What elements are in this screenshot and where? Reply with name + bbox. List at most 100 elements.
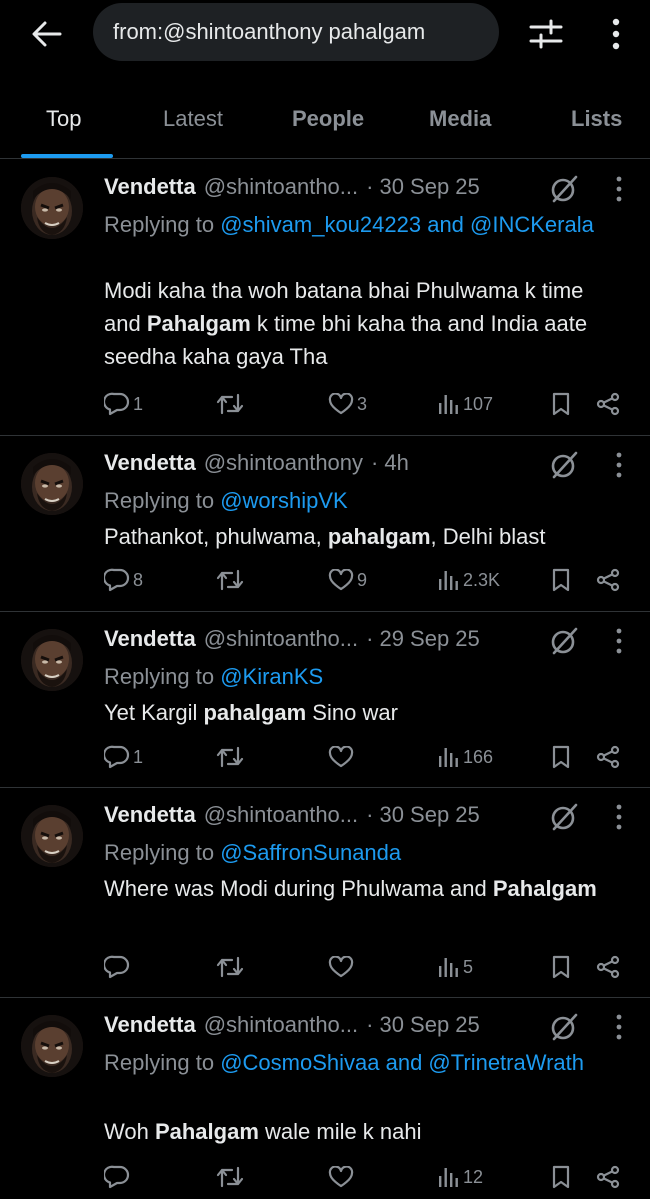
- author-handle[interactable]: @shintoantho...: [204, 802, 358, 828]
- mention-link[interactable]: @INCKerala: [470, 212, 594, 237]
- heart-icon: [328, 393, 354, 415]
- tweet-item[interactable]: Vendetta @shintoantho... · 30 Sep 25 Replyin…: [0, 998, 650, 1199]
- views-button[interactable]: 166: [438, 742, 493, 772]
- grok-icon[interactable]: [549, 174, 579, 204]
- tweet-text: Modi kaha tha woh batana bhai Phulwama k…: [104, 274, 624, 373]
- tweet-item[interactable]: Vendetta @shintoantho... · 30 Sep 25 Replyin…: [0, 160, 650, 436]
- mention-link[interactable]: @SaffronSunanda: [220, 840, 401, 865]
- author-name[interactable]: Vendetta: [104, 802, 196, 828]
- share-button[interactable]: [596, 565, 620, 595]
- search-input[interactable]: from:@shintoanthony pahalgam: [93, 3, 499, 61]
- tab-latest[interactable]: Latest: [163, 106, 223, 132]
- share-button[interactable]: [596, 742, 620, 772]
- like-button[interactable]: 9: [328, 565, 367, 595]
- repost-button[interactable]: [216, 1162, 244, 1192]
- views-icon: [438, 746, 460, 768]
- repost-button[interactable]: [216, 742, 244, 772]
- more-options-icon[interactable]: [608, 176, 630, 206]
- bookmark-icon: [551, 568, 571, 592]
- more-options-icon[interactable]: [608, 1014, 630, 1044]
- tweet-text-segment: Sino war: [306, 700, 398, 725]
- tab-lists[interactable]: Lists: [571, 106, 622, 132]
- like-button[interactable]: [328, 1162, 354, 1192]
- replying-to: Replying to @CosmoShivaa and @TrinetraWr…: [104, 1046, 624, 1079]
- share-button[interactable]: [596, 952, 620, 982]
- views-button[interactable]: 107: [438, 389, 493, 419]
- tweet-timestamp[interactable]: 30 Sep 25: [379, 174, 479, 200]
- views-count: 166: [463, 746, 494, 767]
- mention-link[interactable]: @CosmoShivaa: [220, 1050, 379, 1075]
- share-icon: [596, 1165, 620, 1189]
- avatar[interactable]: [21, 629, 83, 691]
- repost-icon: [216, 1166, 244, 1188]
- avatar[interactable]: [21, 453, 83, 515]
- share-button[interactable]: [596, 1162, 620, 1192]
- more-options-icon[interactable]: [598, 12, 634, 56]
- reply-button[interactable]: [104, 952, 130, 982]
- like-button[interactable]: [328, 742, 354, 772]
- tab-top[interactable]: Top: [46, 106, 81, 132]
- more-options-icon[interactable]: [608, 804, 630, 834]
- author-handle[interactable]: @shintoantho...: [204, 626, 358, 652]
- tweet-item[interactable]: Vendetta @shintoantho... · 30 Sep 25 Replyin…: [0, 788, 650, 998]
- tab-media[interactable]: Media: [429, 106, 491, 132]
- tweet-timestamp[interactable]: 29 Sep 25: [379, 626, 479, 652]
- more-options-icon[interactable]: [608, 452, 630, 482]
- tweet-actions: 5: [0, 952, 650, 982]
- reply-button[interactable]: 1: [104, 389, 143, 419]
- tweet-timestamp[interactable]: 30 Sep 25: [379, 1012, 479, 1038]
- avatar[interactable]: [21, 177, 83, 239]
- replying-to-label: Replying to: [104, 212, 221, 237]
- mention-joiner: and: [379, 1050, 429, 1075]
- avatar[interactable]: [21, 805, 83, 867]
- like-button[interactable]: [328, 952, 354, 982]
- reply-button[interactable]: 8: [104, 565, 143, 595]
- repost-button[interactable]: [216, 952, 244, 982]
- grok-icon[interactable]: [549, 450, 579, 480]
- tweet-timestamp[interactable]: 30 Sep 25: [379, 802, 479, 828]
- tweet-item[interactable]: Vendetta @shintoanthony · 4h Replying to @wo…: [0, 436, 650, 612]
- bookmark-button[interactable]: [551, 565, 571, 595]
- bookmark-button[interactable]: [551, 389, 571, 419]
- search-filter-icon[interactable]: [524, 14, 568, 54]
- back-arrow-icon[interactable]: [22, 14, 72, 54]
- mention-link[interactable]: @KiranKS: [220, 664, 323, 689]
- share-button[interactable]: [596, 389, 620, 419]
- views-button[interactable]: 12: [438, 1162, 483, 1192]
- tab-people[interactable]: People: [292, 106, 364, 132]
- reply-button[interactable]: [104, 1162, 130, 1192]
- active-tab-indicator: [21, 154, 113, 158]
- repost-button[interactable]: [216, 389, 244, 419]
- reply-button[interactable]: 1: [104, 742, 143, 772]
- repost-button[interactable]: [216, 565, 244, 595]
- tweet-actions: 8 9 2.3K: [0, 565, 650, 595]
- author-handle[interactable]: @shintoantho...: [204, 1012, 358, 1038]
- grok-icon[interactable]: [549, 802, 579, 832]
- author-name[interactable]: Vendetta: [104, 174, 196, 200]
- mention-link[interactable]: @shivam_kou24223: [220, 212, 421, 237]
- repost-icon: [216, 393, 244, 415]
- more-options-icon[interactable]: [608, 628, 630, 658]
- separator-dot: ·: [366, 1012, 374, 1037]
- highlighted-keyword: Pahalgam: [146, 311, 251, 336]
- author-handle[interactable]: @shintoanthony: [204, 450, 363, 476]
- grok-icon[interactable]: [549, 1012, 579, 1042]
- tweet-header: Vendetta @shintoantho... · 30 Sep 25: [104, 1012, 480, 1042]
- tweet-timestamp[interactable]: 4h: [384, 450, 408, 476]
- views-button[interactable]: 2.3K: [438, 565, 500, 595]
- mention-link[interactable]: @TrinetraWrath: [428, 1050, 584, 1075]
- views-count: 107: [463, 393, 494, 414]
- grok-icon[interactable]: [549, 626, 579, 656]
- tweet-item[interactable]: Vendetta @shintoantho... · 29 Sep 25 Replyin…: [0, 612, 650, 788]
- author-name[interactable]: Vendetta: [104, 1012, 196, 1038]
- author-handle[interactable]: @shintoantho...: [204, 174, 358, 200]
- views-button[interactable]: 5: [438, 952, 473, 982]
- bookmark-button[interactable]: [551, 1162, 571, 1192]
- bookmark-button[interactable]: [551, 742, 571, 772]
- author-name[interactable]: Vendetta: [104, 450, 196, 476]
- like-button[interactable]: 3: [328, 389, 367, 419]
- avatar[interactable]: [21, 1015, 83, 1077]
- author-name[interactable]: Vendetta: [104, 626, 196, 652]
- bookmark-button[interactable]: [551, 952, 571, 982]
- mention-link[interactable]: @worshipVK: [220, 488, 348, 513]
